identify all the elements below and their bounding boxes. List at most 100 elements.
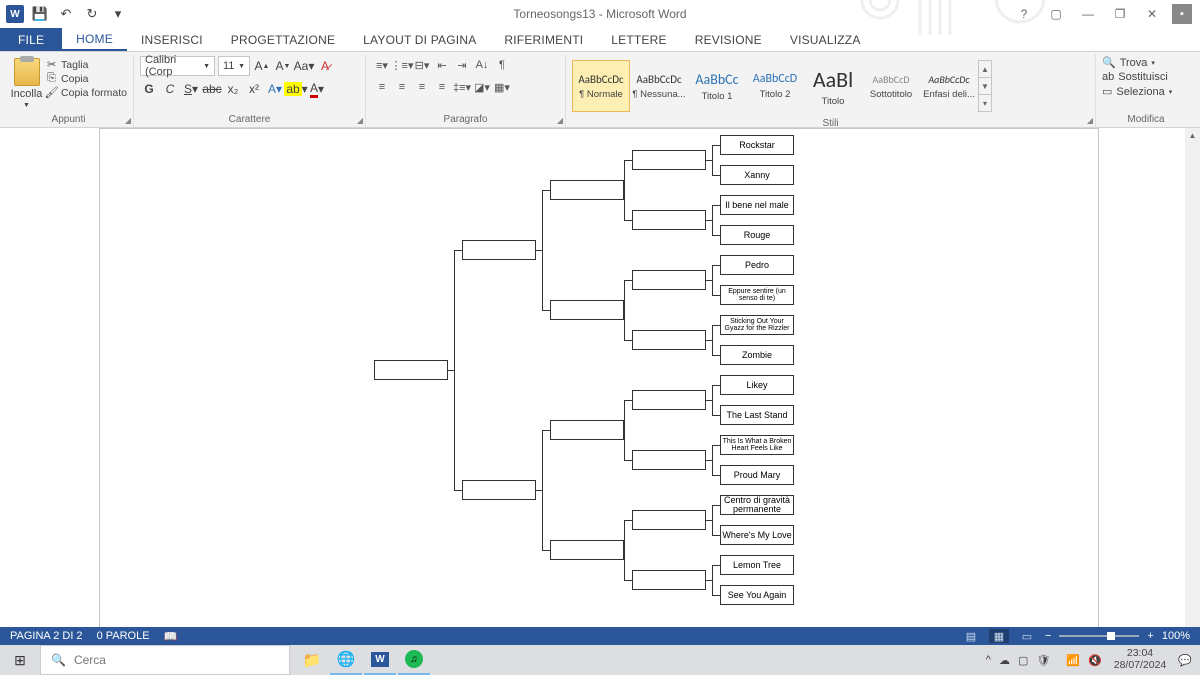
shrink-font-button[interactable]: A▼ (274, 57, 292, 75)
find-button[interactable]: 🔍Trova▾ (1102, 56, 1172, 69)
scroll-up-button[interactable]: ▲ (1185, 128, 1200, 143)
bracket-node[interactable]: Eppure sentire (un senso di te) (720, 285, 794, 305)
cut-button[interactable]: ✂Taglia (45, 58, 127, 71)
font-name-combo[interactable]: Calibri (Corp▼ (140, 56, 215, 76)
font-size-combo[interactable]: 11▼ (218, 56, 250, 76)
tab-insert[interactable]: INSERISCI (127, 28, 217, 51)
taskbar-search[interactable]: 🔍Cerca (40, 645, 290, 675)
tray-security-icon[interactable]: 🛡 (1036, 654, 1050, 667)
change-case-button[interactable]: Aa▾ (295, 57, 313, 75)
style-titolo2[interactable]: AaBbCcDTitolo 2 (746, 60, 804, 112)
style-enfasi[interactable]: AaBbCcDcEnfasi deli... (920, 60, 978, 112)
bracket-node[interactable]: See You Again (720, 585, 794, 605)
qat-customize[interactable]: ▾ (108, 4, 128, 24)
tab-references[interactable]: RIFERIMENTI (490, 28, 597, 51)
vertical-scrollbar[interactable]: ▲ (1185, 128, 1200, 640)
replace-button[interactable]: abSostituisci (1102, 71, 1172, 83)
bracket-node[interactable] (632, 510, 706, 530)
clipboard-launcher[interactable]: ◢ (125, 116, 131, 125)
increase-indent-button[interactable]: ⇥ (452, 56, 472, 74)
superscript-button[interactable]: x² (245, 80, 263, 98)
bracket-node[interactable]: Pedro (720, 255, 794, 275)
word-count[interactable]: 0 PAROLE (97, 630, 150, 642)
tab-review[interactable]: REVISIONE (681, 28, 776, 51)
style-nessuna[interactable]: AaBbCcDc¶ Nessuna... (630, 60, 688, 112)
proofing-icon[interactable]: 📖 (164, 630, 178, 643)
underline-button[interactable]: S▾ (182, 80, 200, 98)
bracket-node[interactable]: Centro di gravità permanente (720, 495, 794, 515)
style-sottotitolo[interactable]: AaBbCcDSottotitolo (862, 60, 920, 112)
tray-onedrive-icon[interactable]: ☁ (999, 654, 1010, 667)
tab-file[interactable]: FILE (0, 28, 62, 51)
multilevel-list-button[interactable]: ⊟▾ (412, 56, 432, 74)
bracket-node[interactable] (462, 480, 536, 500)
ribbon-display-options[interactable]: ▢ (1044, 4, 1068, 24)
bracket-node[interactable]: Rouge (720, 225, 794, 245)
user-account-icon[interactable]: ▪ (1172, 4, 1192, 24)
strikethrough-button[interactable]: abc (203, 80, 221, 98)
paste-button[interactable]: Incolla ▼ (10, 56, 43, 109)
paragraph-launcher[interactable]: ◢ (557, 116, 563, 125)
bracket-node[interactable] (632, 330, 706, 350)
tray-meet-icon[interactable]: ▢ (1018, 654, 1028, 667)
web-layout-button[interactable]: ▭ (1017, 629, 1037, 643)
styles-gallery[interactable]: AaBbCcDc¶ Normale AaBbCcDc¶ Nessuna... A… (572, 56, 992, 116)
tray-wifi-icon[interactable]: 📶 (1066, 654, 1080, 667)
shading-button[interactable]: ◪▾ (472, 78, 492, 96)
bracket-node[interactable] (550, 540, 624, 560)
line-spacing-button[interactable]: ‡≡▾ (452, 78, 472, 96)
file-explorer-icon[interactable]: 📁 (296, 645, 328, 675)
minimize-button[interactable]: — (1076, 4, 1100, 24)
copy-button[interactable]: ⎘Copia (45, 72, 127, 85)
bracket-node[interactable]: Il bene nel male (720, 195, 794, 215)
bracket-node[interactable]: Zombie (720, 345, 794, 365)
style-titolo1[interactable]: AaBbCcTitolo 1 (688, 60, 746, 112)
style-titolo[interactable]: AaBlTitolo (804, 60, 862, 112)
show-marks-button[interactable]: ¶ (492, 56, 512, 74)
bracket-node[interactable] (462, 240, 536, 260)
font-launcher[interactable]: ◢ (357, 116, 363, 125)
page-indicator[interactable]: PAGINA 2 DI 2 (10, 630, 83, 642)
bracket-node[interactable]: Lemon Tree (720, 555, 794, 575)
format-painter-button[interactable]: 🖌Copia formato (45, 86, 127, 99)
numbering-button[interactable]: ⋮≡▾ (392, 56, 412, 74)
notifications-icon[interactable]: 💬 (1178, 654, 1192, 667)
bracket-node[interactable] (550, 180, 624, 200)
styles-launcher[interactable]: ◢ (1087, 116, 1093, 125)
spotify-icon[interactable]: ♫ (398, 645, 430, 675)
bracket-node[interactable]: Proud Mary (720, 465, 794, 485)
tab-layout[interactable]: LAYOUT DI PAGINA (349, 28, 490, 51)
zoom-slider[interactable] (1059, 635, 1139, 637)
restore-button[interactable]: ❐ (1108, 4, 1132, 24)
bracket-node[interactable] (632, 150, 706, 170)
bracket-node[interactable] (632, 210, 706, 230)
word-taskbar-icon[interactable]: W (364, 645, 396, 675)
bracket-node[interactable] (632, 450, 706, 470)
read-mode-button[interactable]: ▤ (961, 629, 981, 643)
zoom-level[interactable]: 100% (1162, 630, 1190, 642)
tab-mailings[interactable]: LETTERE (597, 28, 680, 51)
justify-button[interactable]: ≡ (432, 78, 452, 96)
redo-button[interactable]: ↻ (82, 4, 102, 24)
bold-button[interactable]: G (140, 80, 158, 98)
font-color-button[interactable]: A▾ (308, 80, 326, 98)
chrome-icon[interactable]: 🌐 (330, 645, 362, 675)
highlight-button[interactable]: ab▾ (287, 80, 305, 98)
document-page[interactable]: Rockstar Xanny Il bene nel male Rouge Pedro E… (99, 128, 1099, 640)
bracket-node[interactable]: Xanny (720, 165, 794, 185)
undo-button[interactable]: ↶ (56, 4, 76, 24)
tab-home[interactable]: HOME (62, 28, 127, 51)
start-button[interactable]: ⊞ (0, 645, 40, 675)
bracket-node[interactable] (374, 360, 448, 380)
clear-formatting-button[interactable]: A̷ (316, 57, 334, 75)
sort-button[interactable]: A↓ (472, 56, 492, 74)
bracket-node[interactable]: Rockstar (720, 135, 794, 155)
close-button[interactable]: ✕ (1140, 4, 1164, 24)
styles-gallery-controls[interactable]: ▲▼▾ (978, 60, 992, 112)
subscript-button[interactable]: x₂ (224, 80, 242, 98)
bracket-node[interactable] (632, 390, 706, 410)
print-layout-button[interactable]: ▦ (989, 629, 1009, 643)
bracket-node[interactable]: This Is What a Broken Heart Feels Like (720, 435, 794, 455)
bracket-node[interactable]: The Last Stand (720, 405, 794, 425)
select-button[interactable]: ▭Seleziona▾ (1102, 85, 1172, 98)
